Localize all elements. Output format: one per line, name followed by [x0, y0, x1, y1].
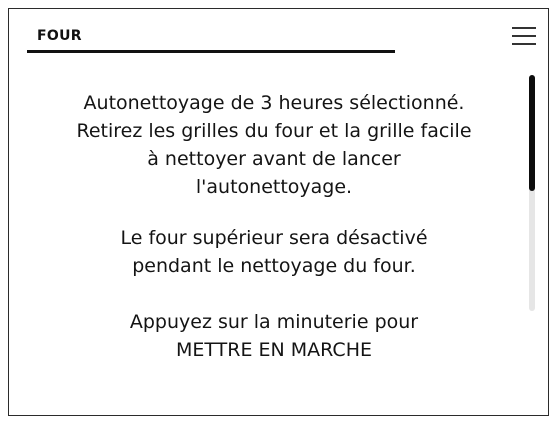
menu-bar — [512, 27, 536, 29]
page-title: FOUR — [37, 28, 82, 44]
message-line: Le four supérieur sera désactivé — [120, 227, 428, 249]
upper-oven-notice: Le four supérieur sera désactivé pendant… — [29, 224, 519, 280]
start-prompt: Appuyez sur la minuterie pour METTRE EN … — [29, 308, 519, 364]
header: FOUR — [9, 9, 548, 63]
message-line: Autonettoyage de 3 heures sélectionné. — [83, 92, 465, 114]
scrollbar-thumb[interactable] — [529, 75, 535, 191]
hamburger-menu-icon[interactable] — [509, 23, 539, 49]
menu-bar — [512, 43, 536, 45]
message-line: à nettoyer avant de lancer — [147, 148, 401, 170]
start-label: METTRE EN MARCHE — [176, 339, 372, 361]
message-line: l'autonettoyage. — [195, 176, 353, 198]
message-line: Appuyez sur la minuterie pour — [129, 311, 419, 333]
self-clean-instructions: Autonettoyage de 3 heures sélectionné. R… — [29, 89, 519, 201]
oven-display-screen: FOUR Autonettoyage de 3 heures sélection… — [8, 8, 549, 416]
scrollbar[interactable] — [529, 75, 535, 311]
menu-bar — [512, 35, 536, 37]
message-line: pendant le nettoyage du four. — [132, 255, 416, 277]
title-underline — [27, 50, 395, 53]
message-line: Retirez les grilles du four et la grille… — [76, 120, 472, 142]
message-body: Autonettoyage de 3 heures sélectionné. R… — [29, 89, 519, 364]
